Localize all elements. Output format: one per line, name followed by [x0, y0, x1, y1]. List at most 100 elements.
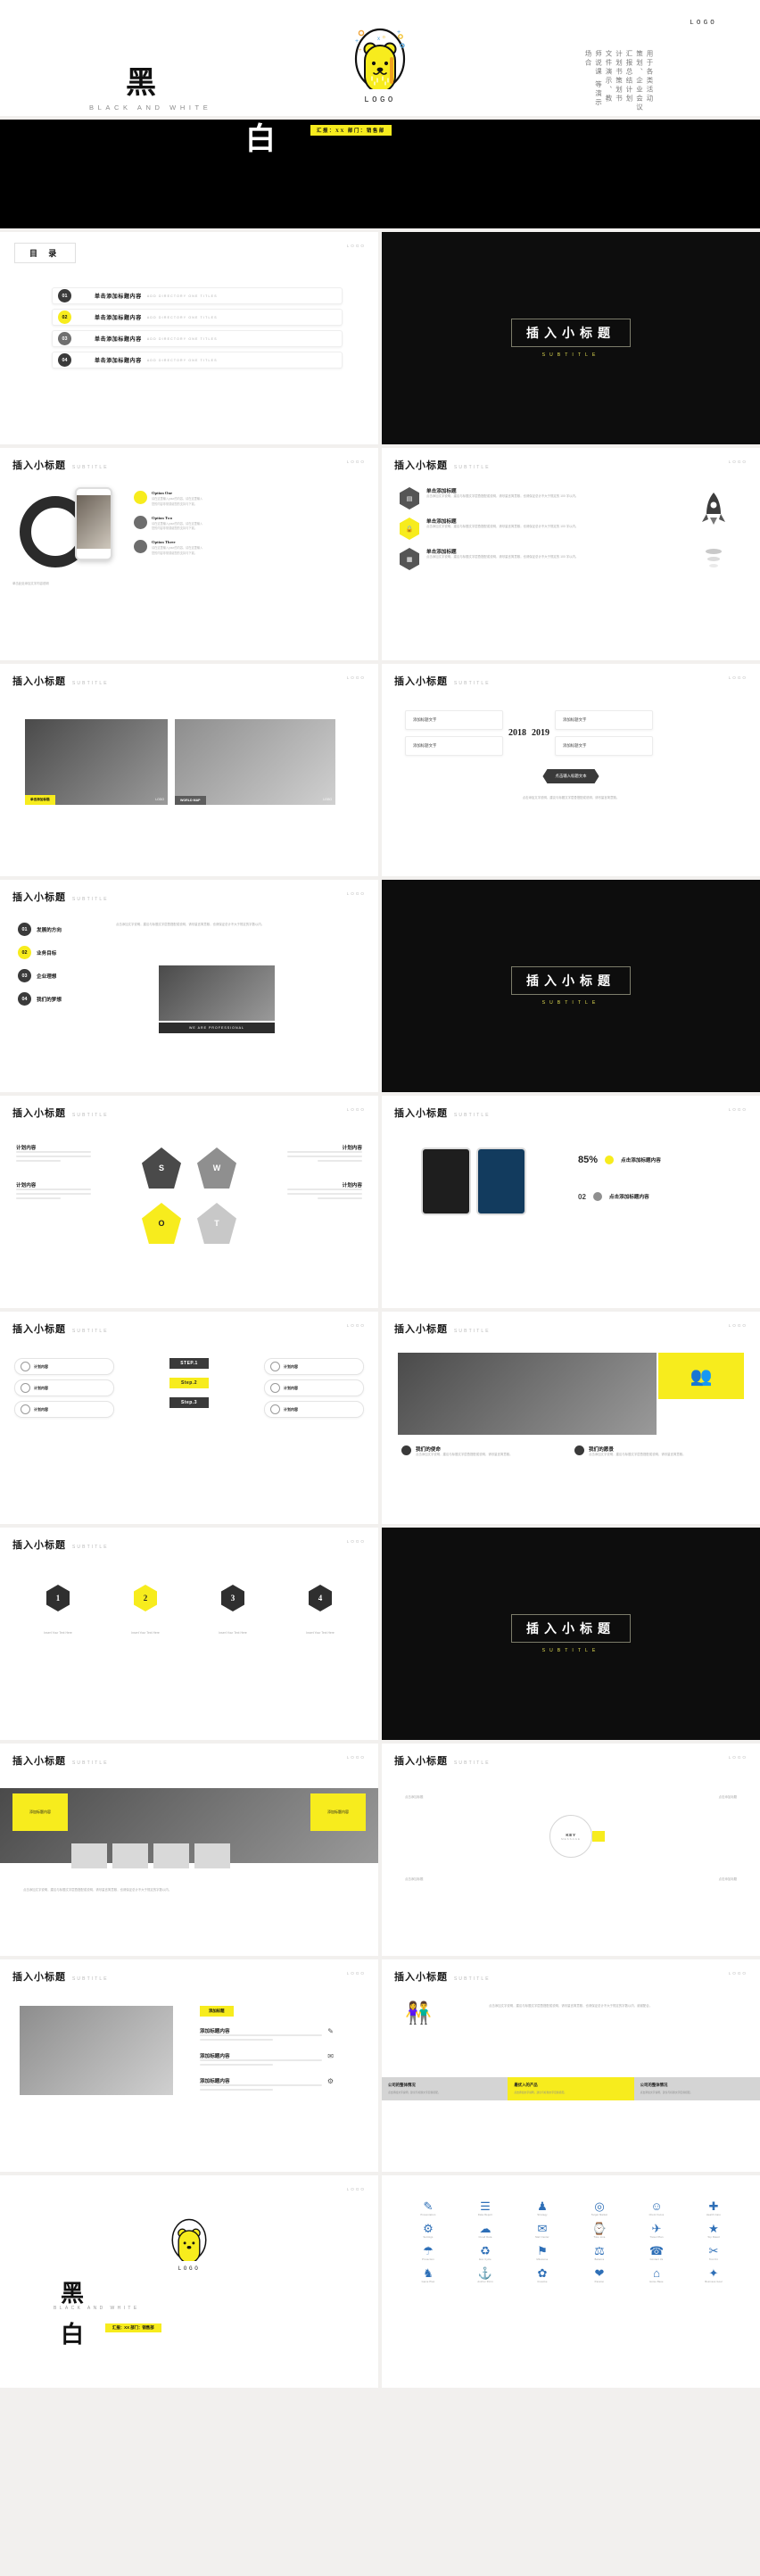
icon-cell[interactable]: ☁ Cloud Data [458, 2223, 512, 2239]
slide-icon-sheet[interactable]: ✎ Presentation ☰ Data Report ♟ Strategy ◎ Targe… [382, 2175, 760, 2388]
list-item[interactable]: 1 Insert Your Text Here [27, 1585, 89, 1636]
list-item[interactable]: 04 我们的梦想 [18, 992, 100, 1006]
list-item[interactable]: 🔒 单击添加标题 点击添加文字说明，建议与标题文字层叠搭配或说明，请尽量言简意赅… [400, 518, 632, 540]
list-item[interactable]: 01 发展的方向 [18, 923, 100, 936]
icon-cell[interactable]: ♻ Eco Cycle [458, 2245, 512, 2261]
year-label[interactable]: 添加标题文字 [555, 736, 653, 756]
card-label: 计划内容 [284, 1406, 298, 1412]
city-card[interactable] [71, 1843, 107, 1868]
slide-section-divider-3[interactable]: 插入小标题 SUBTITLE [382, 1528, 760, 1740]
step-badge: Step.2 [169, 1378, 209, 1388]
list-item[interactable]: 计划内容 [14, 1379, 114, 1396]
year-label[interactable]: 添加标题文字 [405, 736, 503, 756]
col-desc: 点击添加文字说明，建议与标题文字层叠搭配。 [640, 2091, 693, 2094]
swot-label: 计划内容 [342, 1183, 362, 1189]
bear-logo-caption: LOGO [364, 95, 396, 104]
slide-city[interactable]: 插入小标题 SUBTITLE LOGO 添加标题内容 添加标题内容 点击添加文字… [0, 1744, 378, 1956]
icon-cell[interactable]: ✈ Travel Plan [630, 2223, 683, 2239]
list-item[interactable]: ▦ 单击添加标题 点击添加文字说明，建议与标题文字层叠搭配或说明，请尽量言简意赅… [400, 548, 632, 570]
icon-caption: Data Report [477, 2214, 493, 2216]
icon-cell[interactable]: ☺ Client Focus [630, 2200, 683, 2216]
list-item[interactable]: 4 Insert Your Text Here [289, 1585, 351, 1636]
icon-cell[interactable]: ☰ Data Report [458, 2200, 512, 2216]
icon-cell[interactable]: ⚙ Settings [401, 2223, 455, 2239]
icon-cell[interactable]: ✂ Tool Kit [687, 2245, 740, 2261]
directory-label-cn: 单击添加标题内容 [95, 294, 142, 300]
list-item[interactable]: ▤ 单击添加标题 点击添加文字说明，建议与标题文字层叠搭配或说明，请尽量言简意赅… [400, 487, 632, 509]
list-item[interactable]: Option One 请在这里输入your的内容，请在这里输入您的内容非常感谢您… [134, 491, 203, 508]
people-col[interactable]: 公司的整体情况 点击添加文字说明，建议与标题文字层叠搭配。 [633, 2077, 760, 2100]
slide-bridge[interactable]: 插入小标题 SUBTITLE LOGO 👥 我们的使命 点击添加文字说明，建议与… [382, 1312, 760, 1524]
icon-cell[interactable]: ◎ Target Market [573, 2200, 626, 2216]
list-item[interactable]: 02 业务目标 [18, 946, 100, 959]
slide-section-divider-1[interactable]: 插入小标题 SUBTITLE [382, 232, 760, 444]
slide-meeting[interactable]: 插入小标题 SUBTITLE LOGO 添加标题 添加标题内容 ✎ 添加标题内容… [0, 1959, 378, 2172]
list-item[interactable]: 添加标题内容 ⚙ [200, 2077, 334, 2093]
year-label[interactable]: 添加标题文字 [405, 710, 503, 730]
list-item[interactable]: Option Three 请在这里输入your的内容，请在这里输入您的内容非常感… [134, 540, 203, 557]
list-item[interactable]: 04 单击添加标题内容 ADD DIRECTORY ONE TITLES [52, 352, 343, 369]
icon-cell[interactable]: ⚖ Balance [573, 2245, 626, 2261]
icon-cell[interactable]: ✿ Creative [516, 2267, 569, 2283]
icon-cell[interactable]: ⌂ Home Base [630, 2267, 683, 2283]
slide-cover-black[interactable]: 白 汇报：XX 部门：销售部 [0, 120, 760, 228]
slide-photo-pair[interactable]: 插入小标题 SUBTITLE LOGO 单击添加标题 LOGO WORLD MA… [0, 664, 378, 876]
icon-cell[interactable]: ❤ Passion [573, 2267, 626, 2283]
slide-key-message[interactable]: 插入小标题 SUBTITLE LOGO KEY MESSAGE 点击添加标题 点… [382, 1744, 760, 1956]
strategy-icon: ♟ [537, 2199, 548, 2213]
milestone-icon: ⚑ [537, 2244, 548, 2257]
slide-directory[interactable]: 目 录 LOGO 01 单击添加标题内容 ADD DIRECTORY ONE T… [0, 232, 378, 444]
icon-cell[interactable]: ♞ Game Plan [401, 2267, 455, 2283]
slide-end[interactable]: LOGO LOGO 黑 白 BLACK AND WHITE 汇报：XX 部门：销… [0, 2175, 378, 2388]
list-item[interactable]: 计划内容 [264, 1401, 364, 1418]
list-item[interactable]: Option Two 请在这里输入your的内容，请在这里输入您的内容非常感谢您… [134, 515, 203, 533]
slide-swot[interactable]: 插入小标题 SUBTITLE LOGO 计划内容 计划内容 计划内容 计划内容 [0, 1096, 378, 1308]
list-item[interactable]: 03 企业理想 [18, 969, 100, 982]
slide-numbered[interactable]: 插入小标题 SUBTITLE LOGO 1 Insert Your Text H… [0, 1528, 378, 1740]
list-item[interactable]: 03 单击添加标题内容 ADD DIRECTORY ONE TITLES [52, 330, 343, 347]
icon-cell[interactable]: ★ Top Rated [687, 2223, 740, 2239]
year-label[interactable]: 添加标题文字 [555, 710, 653, 730]
city-card[interactable] [153, 1843, 189, 1868]
slide-hex-list[interactable]: 插入小标题 SUBTITLE LOGO ▤ 单击添加标题 点击添加文字说明，建议… [382, 448, 760, 660]
icon-cell[interactable]: ⚑ Milestone [516, 2245, 569, 2261]
slide-year-compare[interactable]: 插入小标题 SUBTITLE LOGO 添加标题文字 添加标题文字 2018 2… [382, 664, 760, 876]
slide-phone-options[interactable]: 插入小标题 SUBTITLE LOGO 单击此处添加文字内容说明 Option … [0, 448, 378, 660]
slide-section-divider-2[interactable]: 插入小标题 SUBTITLE [382, 880, 760, 1092]
icon-cell[interactable]: ⚓ Anchor Point [458, 2267, 512, 2283]
col-desc: 点击添加文字说明，建议与标题文字层叠搭配。 [514, 2091, 567, 2094]
icon-cell[interactable]: ✎ Presentation [401, 2200, 455, 2216]
directory-label-en: ADD DIRECTORY ONE TITLES [146, 358, 218, 362]
city-card[interactable] [194, 1843, 230, 1868]
people-col[interactable]: 最优入的产品 点击添加文字说明，建议与标题文字层叠搭配。 [508, 2077, 634, 2100]
slide-steps[interactable]: 插入小标题 SUBTITLE LOGO 计划内容 计划内容 计划内容 STEP.… [0, 1312, 378, 1524]
slide-cover[interactable]: LOGO x o + + + LOGO 黑 BLACK AND WHITE 用于… [0, 0, 760, 116]
list-item[interactable]: 计划内容 [14, 1358, 114, 1375]
list-item[interactable]: 2 Insert Your Text Here [114, 1585, 177, 1636]
list-item[interactable]: 添加标题内容 ✎ [200, 2027, 334, 2043]
list-item[interactable]: 02 单击添加标题内容 ADD DIRECTORY ONE TITLES [52, 309, 343, 326]
people-col[interactable]: 公司的整体情况 点击添加文字说明，建议与标题文字层叠搭配。 [382, 2077, 508, 2100]
svg-text:x: x [377, 37, 380, 42]
icon-cell[interactable]: ✦ Business Goal [687, 2267, 740, 2283]
icon-cell[interactable]: ✚ Health Care [687, 2200, 740, 2216]
list-item[interactable]: 计划内容 [264, 1358, 364, 1375]
list-item[interactable]: 计划内容 [264, 1379, 364, 1396]
icon-cell[interactable]: ⌚ Time Line [573, 2223, 626, 2239]
list-item[interactable]: 3 Insert Your Text Here [202, 1585, 264, 1636]
icon-cell[interactable]: ♟ Strategy [516, 2200, 569, 2216]
key-label: 点击添加标题 [718, 1795, 737, 1799]
slide-title-en: SUBTITLE [454, 1113, 491, 1118]
steps-right-cards: 计划内容 计划内容 计划内容 [264, 1358, 364, 1422]
icon-cell[interactable]: ☎ Contact Us [630, 2245, 683, 2261]
city-card[interactable] [112, 1843, 148, 1868]
slide-tablets[interactable]: 插入小标题 SUBTITLE LOGO 85% 点击添加标题内容 02 点击添加… [382, 1096, 760, 1308]
list-item[interactable]: 计划内容 [14, 1401, 114, 1418]
slide-people[interactable]: 插入小标题 SUBTITLE LOGO 👫 点击添加文字说明，建议与标题文字层叠… [382, 1959, 760, 2172]
list-item[interactable]: 01 单击添加标题内容 ADD DIRECTORY ONE TITLES [52, 287, 343, 304]
directory-label-en: ADD DIRECTORY ONE TITLES [146, 294, 218, 298]
list-item[interactable]: 添加标题内容 ✉ [200, 2052, 334, 2068]
slide-four-points[interactable]: 插入小标题 SUBTITLE LOGO 01 发展的方向 02 业务目标 03 … [0, 880, 378, 1092]
icon-cell[interactable]: ✉ Mail Center [516, 2223, 569, 2239]
icon-cell[interactable]: ☂ Protection [401, 2245, 455, 2261]
